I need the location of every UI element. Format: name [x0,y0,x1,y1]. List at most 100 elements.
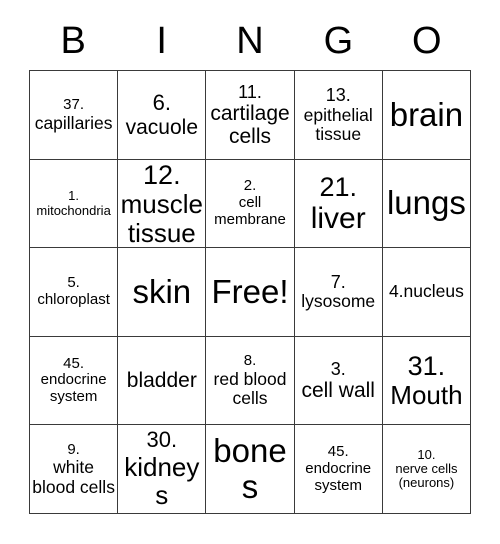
bingo-cell-i5[interactable]: 30. kidneys [118,425,207,514]
bingo-cell-free-space[interactable]: Free! [206,248,295,337]
bingo-cell-o4-number: 31. [407,351,446,382]
bingo-cell-i1-content: 6. vacuole [119,89,204,139]
bingo-cell-n1[interactable]: 11. cartilage cells [206,71,295,160]
bingo-cell-g4-content: 3. cell wall [296,359,381,402]
bingo-cell-g5-label: endocrine system [305,460,372,494]
bingo-cell-o1[interactable]: brain [382,71,472,160]
bingo-header-letter-o-text: O [412,20,442,62]
bingo-cell-b5-label: white blood cells [32,457,115,497]
bingo-cell-o3-content: 4.nucleus [384,282,469,302]
bingo-cell-o5-number: 10. [417,446,436,462]
bingo-cell-i2-content: 12. muscle tissue [119,160,204,247]
bingo-cell-g4[interactable]: 3. cell wall [294,336,383,426]
bingo-cell-g2-label: liver [310,202,366,235]
bingo-cell-g1-label: epithelial tissue [303,104,373,144]
bingo-cell-b2-label: mitochondria [36,202,111,218]
bingo-cell-i4-content: bladder [119,369,204,392]
bingo-cell-i3-label: skin [132,272,192,310]
bingo-row: 9. white blood cells 30. kidneys bones 4… [30,425,472,514]
bingo-header-letter-i-text: I [156,20,167,62]
bingo-cell-g3-content: 7. lysosome [296,272,381,311]
bingo-cell-o4-label: Mouth [390,380,463,411]
bingo-cell-free-space-label: Free! [211,272,289,310]
bingo-cell-g4-label: cell wall [301,379,375,403]
bingo-cell-b3-content: 5. chloroplast [31,275,116,308]
bingo-header-letter-i: I [117,12,205,70]
bingo-cell-n5-content: bones [207,431,292,506]
bingo-cell-g1[interactable]: 13. epithelial tissue [294,71,383,160]
bingo-cell-n4-number: 8. [243,351,257,369]
bingo-cell-n5-label: bones [213,431,287,506]
bingo-cell-o2-content: lungs [384,184,469,221]
bingo-cell-b1-label: capillaries [34,112,113,133]
bingo-cell-n2-number: 2. [243,177,257,195]
bingo-cell-n4-content: 8. red blood cells [207,351,292,408]
bingo-cell-g4-number: 3. [330,358,346,379]
bingo-cell-o4[interactable]: 31. Mouth [382,336,472,426]
bingo-cell-b5[interactable]: 9. white blood cells [30,425,119,514]
bingo-cell-n2-label: cell membrane [214,194,286,228]
bingo-header-letter-n: N [206,12,294,70]
bingo-header-letter-g: G [294,12,382,70]
bingo-cell-b1-number: 37. [63,95,85,113]
bingo-cell-n2[interactable]: 2. cell membrane [206,159,295,249]
bingo-cell-o5-label: nerve cells (neurons) [395,461,458,491]
bingo-cell-g5-content: 45. endocrine system [296,443,381,494]
bingo-cell-i1[interactable]: 6. vacuole [118,71,207,160]
bingo-cell-b4[interactable]: 45. endocrine system [30,336,119,426]
bingo-cell-n1-label: cartilage cells [210,101,290,148]
bingo-cell-n4-label: red blood cells [213,368,287,408]
bingo-cell-o2[interactable]: lungs [382,159,472,249]
bingo-cell-o1-label: brain [389,95,464,133]
bingo-cell-b2-content: 1. mitochondria [31,187,116,218]
bingo-cell-i3[interactable]: skin [118,248,207,337]
bingo-cell-b1-content: 37. capillaries [31,95,116,133]
bingo-cell-o1-content: brain [384,95,469,133]
bingo-cell-g3-number: 7. [330,272,346,293]
bingo-cell-o5[interactable]: 10. nerve cells (neurons) [382,425,472,514]
bingo-cell-g1-content: 13. epithelial tissue [296,85,381,144]
bingo-cell-b1[interactable]: 37. capillaries [30,71,119,160]
bingo-cell-g2-content: 21. liver [296,172,381,235]
bingo-cell-i1-number: 6. [152,89,171,115]
bingo-cell-i3-content: skin [119,272,204,310]
bingo-cell-b3[interactable]: 5. chloroplast [30,248,119,337]
bingo-header-letter-g-text: G [323,20,354,62]
bingo-cell-b2-number: 1. [68,187,80,203]
bingo-header-letter-n-text: N [236,20,264,62]
bingo-row: 1. mitochondria 12. muscle tissue 2. cel… [30,159,472,249]
bingo-cell-b2[interactable]: 1. mitochondria [30,159,119,249]
bingo-cell-n2-content: 2. cell membrane [207,178,292,228]
bingo-cell-b4-number: 45. [63,354,85,372]
bingo-header-letter-b: B [29,12,117,70]
bingo-row: 5. chloroplast skin Free! 7. lysosome 4.… [30,248,472,337]
bingo-cell-i4[interactable]: bladder [118,336,207,426]
bingo-cell-b3-label: chloroplast [37,291,110,309]
bingo-cell-i2[interactable]: 12. muscle tissue [118,159,207,249]
bingo-header-letter-o: O [383,12,471,70]
bingo-grid: 37. capillaries 6. vacuole 11. cartilage… [29,70,472,514]
bingo-cell-b4-content: 45. endocrine system [31,354,116,406]
bingo-cell-g2-number: 21. [319,171,357,202]
bingo-cell-i2-label: muscle tissue [120,188,203,248]
bingo-cell-n4[interactable]: 8. red blood cells [206,336,295,426]
bingo-cell-g3-label: lysosome [301,291,376,312]
bingo-row: 37. capillaries 6. vacuole 11. cartilage… [30,71,472,160]
bingo-cell-g1-number: 13. [325,85,351,106]
bingo-cell-i1-label: vacuole [125,115,198,139]
bingo-cell-o4-content: 31. Mouth [384,351,469,410]
bingo-cell-i5-label: kidneys [124,451,200,511]
bingo-cell-i2-number: 12. [143,159,181,190]
bingo-header: B I N G O [29,12,471,70]
bingo-cell-i5-number: 30. [146,427,178,453]
bingo-cell-b5-number: 9. [67,440,80,458]
bingo-card: B I N G O 37. capillaries 6. vacuole 11.… [29,12,472,514]
bingo-cell-n5[interactable]: bones [206,425,295,514]
bingo-cell-o5-content: 10. nerve cells (neurons) [384,446,469,491]
bingo-cell-g5[interactable]: 45. endocrine system [294,425,383,514]
bingo-cell-o3[interactable]: 4.nucleus [382,248,472,337]
bingo-cell-n1-content: 11. cartilage cells [207,82,292,148]
bingo-cell-g2[interactable]: 21. liver [294,159,383,249]
bingo-cell-b4-label: endocrine system [40,371,107,405]
bingo-cell-g3[interactable]: 7. lysosome [294,248,383,337]
